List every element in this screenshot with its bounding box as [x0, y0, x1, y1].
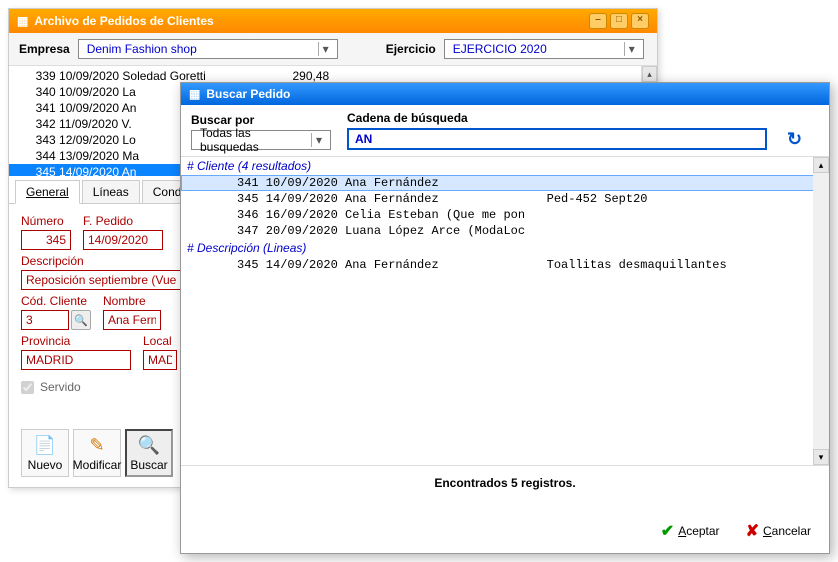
scrollbar[interactable]: ▴ ▾	[813, 157, 829, 465]
ejercicio-combo[interactable]: EJERCICIO 2020 ▾	[444, 39, 644, 59]
buscarpor-combo[interactable]: Todas las busquedas ▾	[191, 130, 331, 150]
chevron-down-icon[interactable]: ▾	[624, 42, 639, 56]
descripcion-input[interactable]	[21, 270, 181, 290]
group-header: # Cliente (4 resultados)	[181, 157, 829, 175]
group-header: # Descripción (Lineas)	[181, 239, 829, 257]
fpedido-input[interactable]	[83, 230, 163, 250]
calendar-icon: ▦	[189, 87, 200, 101]
empresa-label: Empresa	[19, 42, 70, 56]
scroll-up-icon[interactable]: ▴	[642, 66, 657, 82]
nombre-input[interactable]	[103, 310, 161, 330]
numero-label: Número	[21, 214, 71, 228]
search-dialog: ▦ Buscar Pedido Buscar por Todas las bus…	[180, 82, 830, 554]
result-row[interactable]: 341 10/09/2020 Ana Fernández	[181, 175, 829, 191]
local-input[interactable]	[143, 350, 177, 370]
provincia-input[interactable]	[21, 350, 131, 370]
ejercicio-label: Ejercicio	[386, 42, 436, 56]
dialog-buttons: ✔ Aceptar ✘ Cancelar	[655, 517, 817, 545]
main-toolbar: Empresa Denim Fashion shop ▾ Ejercicio E…	[9, 33, 657, 66]
dialog-filters: Buscar por Todas las busquedas ▾ Cadena …	[181, 105, 829, 156]
lookup-icon[interactable]: 🔍	[71, 310, 91, 330]
empresa-value: Denim Fashion shop	[83, 42, 318, 56]
magnify-icon: 🔍	[138, 435, 160, 456]
pencil-icon: ✎	[89, 435, 104, 456]
tab-líneas[interactable]: Líneas	[82, 180, 140, 203]
check-icon: ✔	[661, 521, 674, 541]
buscarpor-value: Todas las busquedas	[196, 126, 311, 154]
maximize-button[interactable]: □	[610, 13, 628, 29]
result-row[interactable]: 345 14/09/2020 Ana Fernández Ped-452 Sep…	[181, 191, 829, 207]
modificar-label: Modificar	[73, 458, 122, 472]
search-input[interactable]	[347, 128, 767, 150]
buscarpor-label: Buscar por	[191, 113, 331, 127]
nombre-label: Nombre	[103, 294, 161, 308]
tab-general[interactable]: General	[15, 180, 80, 204]
result-row[interactable]: 347 20/09/2020 Luana López Arce (ModaLoc	[181, 223, 829, 239]
minimize-button[interactable]: –	[589, 13, 607, 29]
new-icon: 📄	[34, 435, 56, 456]
dialog-title: Buscar Pedido	[206, 87, 290, 101]
codcliente-label: Cód. Cliente	[21, 294, 91, 308]
ejercicio-value: EJERCICIO 2020	[449, 42, 624, 56]
servido-checkbox[interactable]	[21, 381, 34, 394]
chevron-down-icon[interactable]: ▾	[311, 133, 326, 147]
modificar-button[interactable]: ✎ Modificar	[73, 429, 121, 477]
main-title: Archivo de Pedidos de Clientes	[34, 14, 586, 28]
main-action-buttons: 📄 Nuevo ✎ Modificar 🔍 Buscar	[21, 429, 173, 477]
cancelar-button[interactable]: ✘ Cancelar	[740, 517, 817, 545]
descripcion-label: Descripción	[21, 254, 181, 268]
numero-input[interactable]	[21, 230, 71, 250]
buscar-label: Buscar	[130, 458, 167, 472]
nuevo-label: Nuevo	[28, 458, 63, 472]
scroll-up-icon[interactable]: ▴	[813, 157, 829, 173]
dialog-titlebar[interactable]: ▦ Buscar Pedido	[181, 83, 829, 105]
main-titlebar[interactable]: ▦ Archivo de Pedidos de Clientes – □ ×	[9, 9, 657, 33]
close-button[interactable]: ×	[631, 13, 649, 29]
result-row[interactable]: 345 14/09/2020 Ana Fernández Toallitas d…	[181, 257, 829, 273]
buscar-button[interactable]: 🔍 Buscar	[125, 429, 173, 477]
nuevo-button[interactable]: 📄 Nuevo	[21, 429, 69, 477]
aceptar-button[interactable]: ✔ Aceptar	[655, 517, 726, 545]
scroll-down-icon[interactable]: ▾	[813, 449, 829, 465]
x-icon: ✘	[746, 521, 759, 541]
local-label: Local	[143, 334, 177, 348]
results-list[interactable]: # Cliente (4 resultados) 341 10/09/2020 …	[181, 156, 829, 466]
empresa-combo[interactable]: Denim Fashion shop ▾	[78, 39, 338, 59]
chevron-down-icon[interactable]: ▾	[318, 42, 333, 56]
codcliente-input[interactable]	[21, 310, 69, 330]
calendar-icon: ▦	[17, 14, 28, 28]
servido-label: Servido	[40, 380, 81, 394]
cadena-label: Cadena de búsqueda	[347, 111, 767, 125]
fpedido-label: F. Pedido	[83, 214, 163, 228]
provincia-label: Provincia	[21, 334, 131, 348]
result-row[interactable]: 346 16/09/2020 Celia Esteban (Que me pon	[181, 207, 829, 223]
refresh-icon[interactable]: ↻	[783, 129, 806, 150]
status-text: Encontrados 5 registros.	[181, 466, 829, 500]
